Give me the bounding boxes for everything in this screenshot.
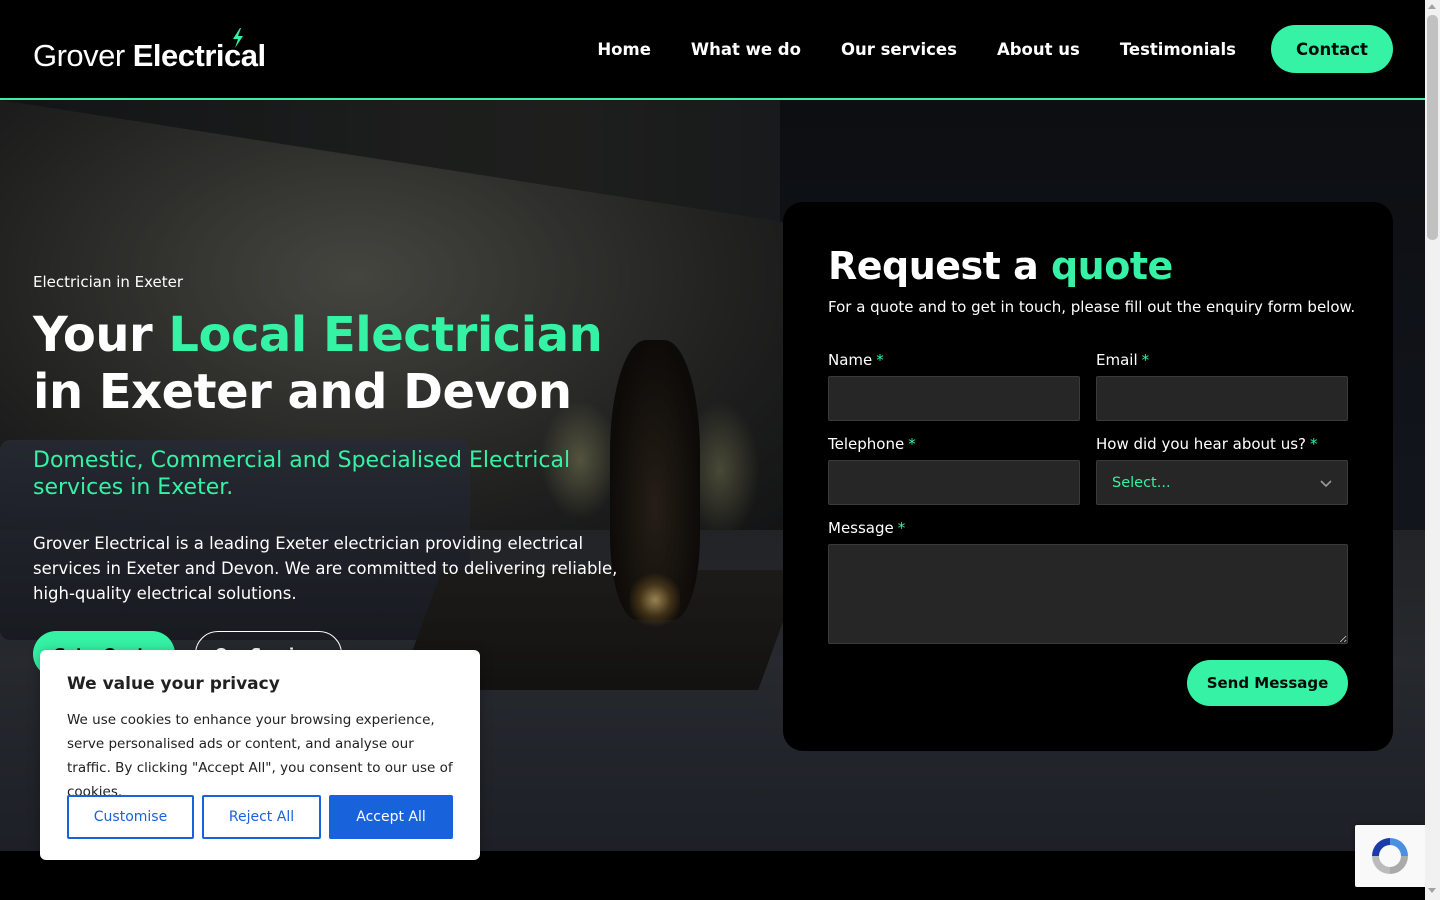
page: Electrician in Exeter Your Local Electri… xyxy=(0,0,1440,900)
recaptcha-icon xyxy=(1372,838,1408,874)
quote-title-part1: Request a xyxy=(828,244,1051,288)
reject-all-button[interactable]: Reject All xyxy=(202,795,321,839)
recaptcha-badge[interactable] xyxy=(1355,825,1425,887)
quote-form-subtitle: For a quote and to get in touch, please … xyxy=(828,298,1356,316)
name-input[interactable] xyxy=(828,376,1080,421)
hear-about-select[interactable]: Select... xyxy=(1096,460,1348,505)
name-label-text: Name xyxy=(828,351,873,369)
logo[interactable]: Grover Electrical xyxy=(33,28,266,74)
hero-text: Electrician in Exeter Your Local Electri… xyxy=(33,273,633,606)
message-textarea[interactable] xyxy=(828,544,1348,644)
hero-title: Your Local Electrician in Exeter and Dev… xyxy=(33,307,633,421)
logo-text-light: Grover xyxy=(33,38,125,73)
required-mark: * xyxy=(897,519,906,537)
quote-form-card: Request a quote For a quote and to get i… xyxy=(783,202,1393,751)
cookie-title: We value your privacy xyxy=(67,674,280,694)
hero-title-part1: Your xyxy=(33,307,169,363)
hear-about-select-value: Select... xyxy=(1112,474,1171,491)
hear-about-label: How did you hear about us? * xyxy=(1096,435,1318,453)
hero-eyebrow: Electrician in Exeter xyxy=(33,273,184,291)
telephone-label: Telephone * xyxy=(828,435,916,453)
lightning-bolt-icon xyxy=(233,28,243,48)
page-scrollbar[interactable] xyxy=(1425,0,1440,900)
hear-about-label-text: How did you hear about us? xyxy=(1096,435,1306,453)
scroll-up-arrow-icon[interactable] xyxy=(1428,4,1436,9)
cookie-consent-banner: We value your privacy We use cookies to … xyxy=(40,650,480,860)
telephone-input[interactable] xyxy=(828,460,1080,505)
quote-form-title: Request a quote xyxy=(828,244,1173,288)
quote-title-highlight: quote xyxy=(1050,244,1173,288)
email-label: Email * xyxy=(1096,351,1149,369)
scrollbar-thumb[interactable] xyxy=(1427,15,1438,240)
contact-button[interactable]: Contact xyxy=(1271,25,1393,73)
nav-about-us[interactable]: About us xyxy=(997,40,1080,59)
email-label-text: Email xyxy=(1096,351,1138,369)
main-nav: Home What we do Our services About us Te… xyxy=(597,25,1393,73)
nav-testimonials[interactable]: Testimonials xyxy=(1120,40,1236,59)
hero-paragraph: Grover Electrical is a leading Exeter el… xyxy=(33,534,618,603)
message-label: Message * xyxy=(828,519,905,537)
required-mark: * xyxy=(1310,435,1318,453)
telephone-label-text: Telephone xyxy=(828,435,905,453)
required-mark: * xyxy=(876,351,884,369)
nav-our-services[interactable]: Our services xyxy=(841,40,957,59)
hero-title-part2: in Exeter and Devon xyxy=(33,364,572,420)
message-label-text: Message xyxy=(828,519,894,537)
chevron-down-icon xyxy=(1320,479,1332,487)
send-message-button[interactable]: Send Message xyxy=(1187,660,1348,706)
hero-subtitle: Domestic, Commercial and Specialised Ele… xyxy=(33,448,571,500)
required-mark: * xyxy=(1141,351,1150,369)
nav-what-we-do[interactable]: What we do xyxy=(691,40,801,59)
accept-all-button[interactable]: Accept All xyxy=(329,795,453,839)
site-header: Grover Electrical Home What we do Our se… xyxy=(0,0,1425,100)
customise-button[interactable]: Customise xyxy=(67,795,194,839)
cookie-text: We use cookies to enhance your browsing … xyxy=(67,712,453,800)
email-input[interactable] xyxy=(1096,376,1348,421)
nav-home[interactable]: Home xyxy=(597,40,651,59)
required-mark: * xyxy=(908,435,916,453)
hero-title-highlight: Local Electrician xyxy=(168,307,603,363)
scroll-down-arrow-icon[interactable] xyxy=(1428,888,1436,893)
name-label: Name * xyxy=(828,351,884,369)
